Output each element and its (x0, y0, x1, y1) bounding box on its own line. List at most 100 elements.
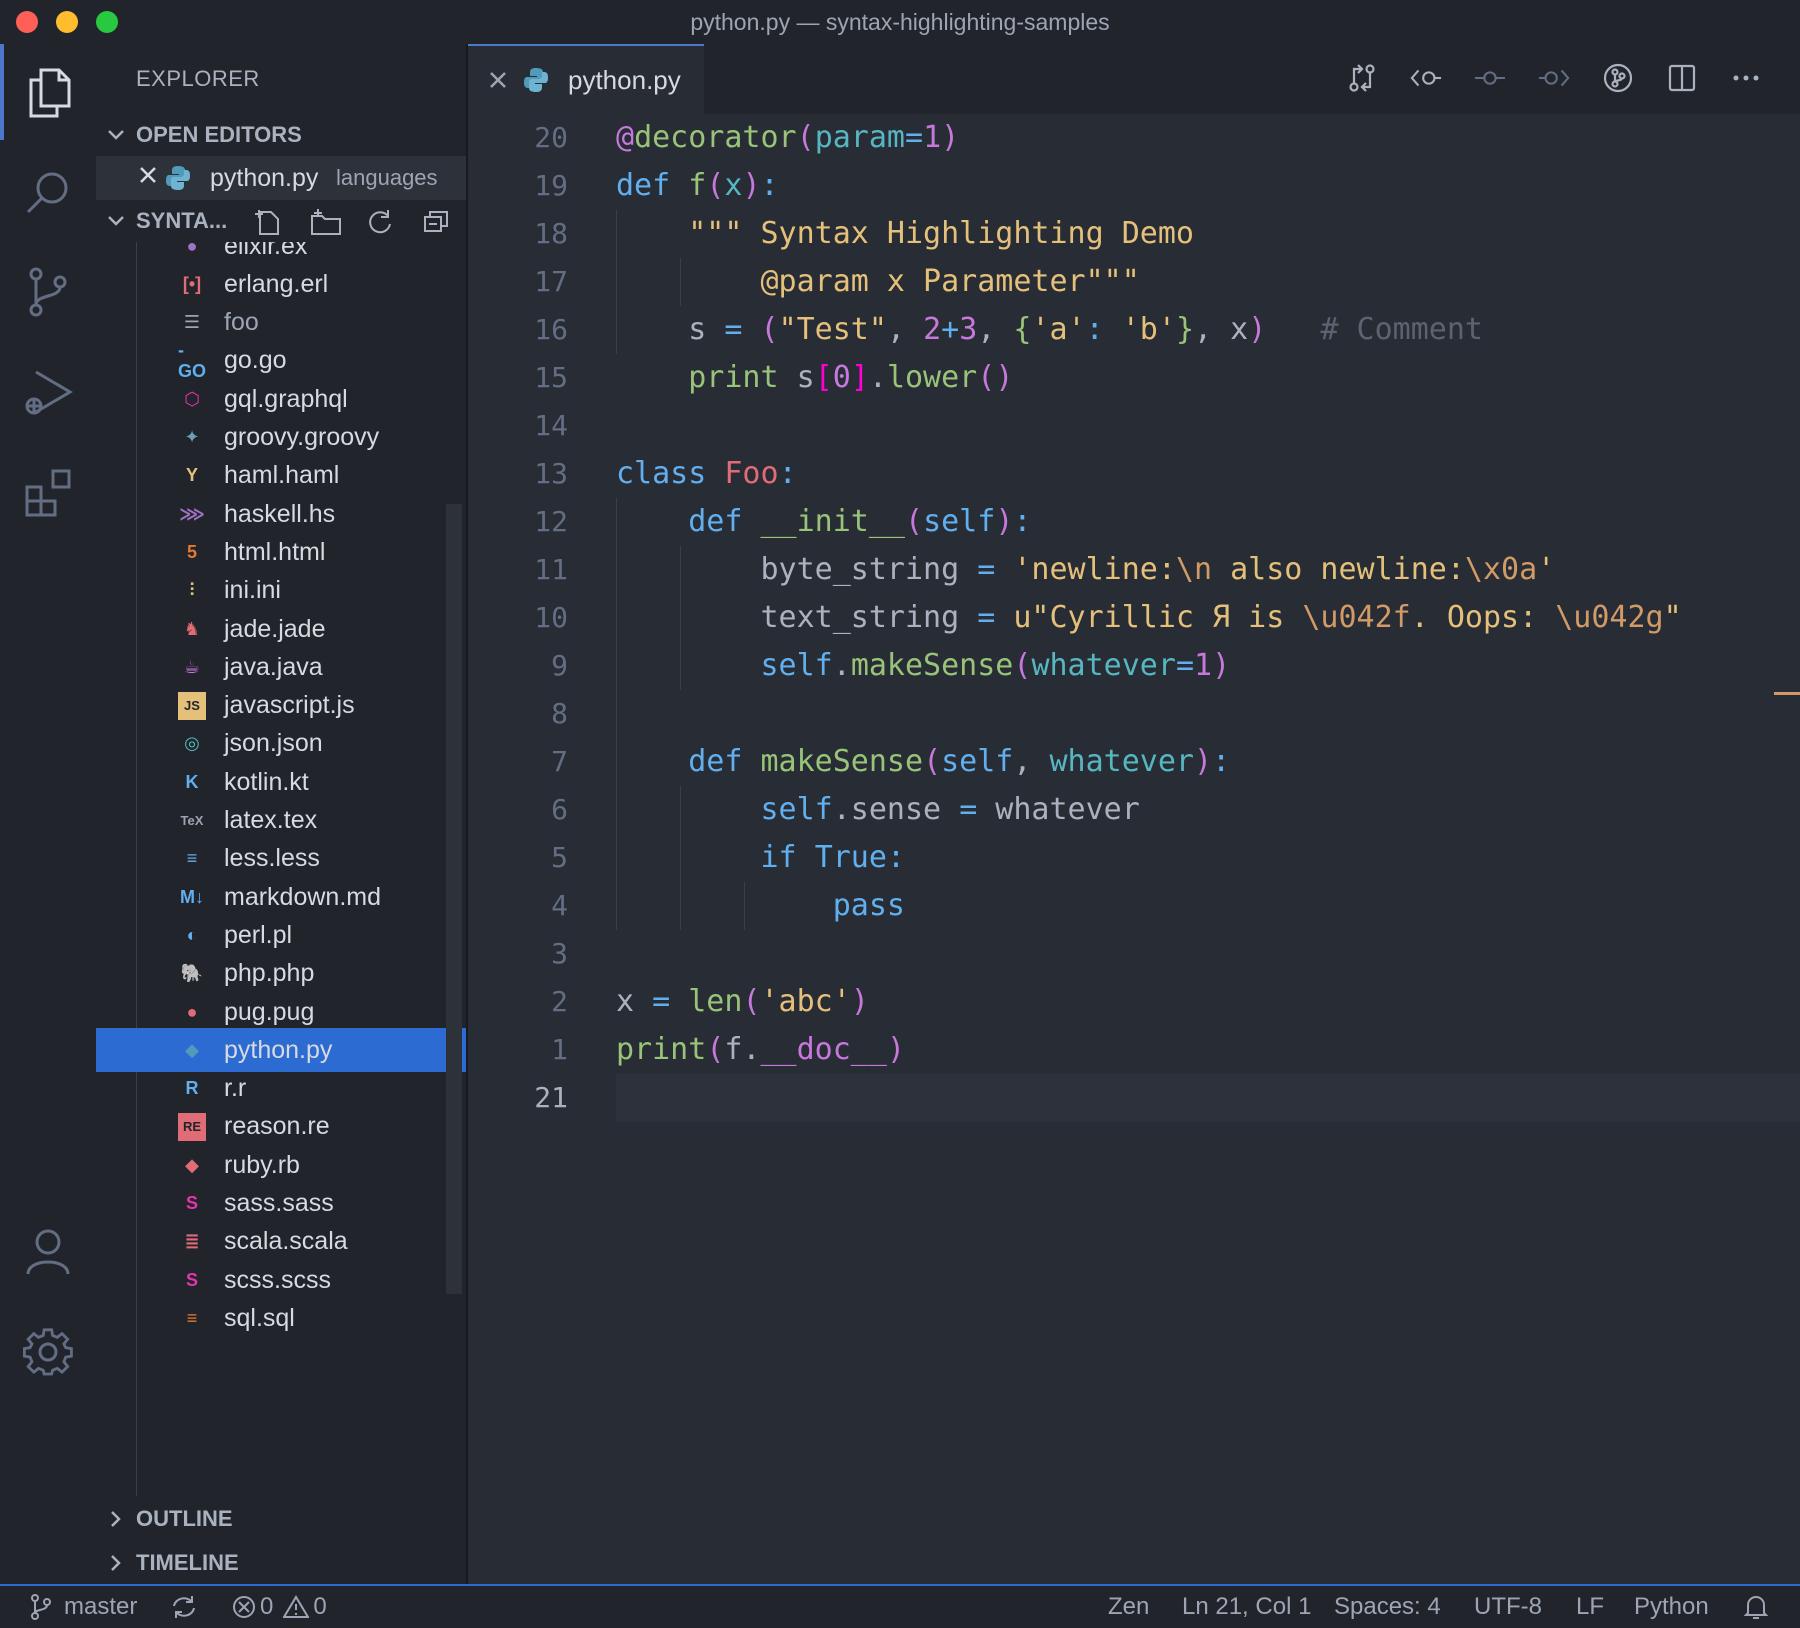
activity-bar (0, 44, 96, 1584)
lambda-file-icon: ⋙ (179, 503, 205, 524)
file-name: java.java (224, 652, 323, 681)
code-line[interactable]: self.sense = whatever (616, 786, 1140, 834)
file-name: jade.jade (224, 614, 326, 643)
line-number: 16 (534, 313, 568, 346)
m-file-icon: M↓ (180, 886, 204, 907)
haml-file-icon: Y (185, 465, 198, 486)
code-line[interactable]: byte_string = 'newline:\n also newline:\… (616, 546, 1555, 594)
timeline-header[interactable]: TIMELINE (96, 1542, 466, 1584)
code-line[interactable]: """ Syntax Highlighting Demo (616, 210, 1194, 258)
project-folder-header[interactable]: SYNTA... (96, 200, 466, 242)
code-line[interactable]: text_string = u"Cyrillic Я is \u042f. Oo… (616, 594, 1681, 642)
new-file-icon[interactable] (254, 208, 282, 242)
r-file-icon: R (185, 1078, 199, 1099)
outline-label: OUTLINE (136, 1506, 233, 1531)
activity-run-debug[interactable] (0, 344, 96, 440)
file-name: kotlin.kt (224, 767, 309, 796)
more-actions-icon[interactable] (1730, 62, 1762, 94)
git-commit-icon[interactable] (1474, 62, 1506, 94)
code-line[interactable]: print s[0].lower() (616, 354, 1013, 402)
code-line[interactable]: class Foo: (616, 450, 797, 498)
code-line[interactable]: if True: (616, 834, 906, 882)
branch-indicator[interactable]: master (30, 1586, 137, 1628)
file-name: latex.tex (224, 806, 318, 834)
activity-source-control[interactable] (0, 244, 96, 340)
error-count: 0 (260, 1593, 274, 1620)
language-mode[interactable]: Python (1634, 1586, 1709, 1628)
sync-button[interactable] (170, 1586, 198, 1628)
file-name: less.less (224, 844, 320, 873)
tab-python-py[interactable]: python.py (468, 44, 704, 114)
k-file-icon: K (185, 771, 199, 792)
encoding-setting[interactable]: UTF-8 (1474, 1586, 1542, 1628)
tex-file-icon: TeX (180, 813, 204, 828)
code-line[interactable]: @param x Parameter""" (616, 258, 1140, 306)
close-editor-icon[interactable] (138, 165, 158, 190)
file-name: scala.scala (224, 1227, 348, 1256)
refresh-icon[interactable] (366, 208, 394, 242)
previous-change-icon[interactable] (1410, 62, 1442, 94)
activity-accounts[interactable] (0, 1204, 96, 1300)
activity-explorer[interactable] (0, 44, 96, 140)
code-line[interactable]: @decorator(param=1) (616, 114, 959, 162)
code-editor[interactable]: 20 19 18 17 16 15 14 13 12 11 10 9 8 7 6 5 4 3 2 1 21 @decor… (468, 114, 1800, 1584)
new-folder-icon[interactable] (310, 208, 342, 242)
indentation-setting[interactable]: Spaces: 4 (1334, 1586, 1441, 1628)
code-line[interactable]: def __init__(self): (616, 498, 1031, 546)
notifications-button[interactable] (1744, 1586, 1768, 1628)
cursor-position[interactable]: Ln 21, Col 1 (1182, 1586, 1311, 1628)
line-number: 2 (551, 985, 568, 1018)
file-name: r.r (224, 1074, 247, 1103)
git-branch-icon (31, 1594, 51, 1620)
activity-search[interactable] (0, 144, 96, 240)
code-line[interactable]: print(f.__doc__) (616, 1026, 905, 1074)
warning-icon (283, 1595, 310, 1618)
open-editor-description: languages (336, 165, 438, 190)
chevron-right-icon (96, 1510, 136, 1528)
line-number: 7 (551, 745, 568, 778)
line-number: 12 (534, 505, 568, 538)
open-editors-header[interactable]: OPEN EDITORS (96, 114, 466, 156)
file-tree-item[interactable]: ≡ sql.sql (96, 1296, 466, 1340)
line-number: 19 (534, 169, 568, 202)
next-change-icon[interactable] (1538, 62, 1570, 94)
line-number: 9 (551, 649, 568, 682)
file-name: erlang.erl (224, 269, 329, 298)
code-line[interactable]: pass (616, 882, 905, 930)
go-file-icon: -GO (178, 339, 207, 381)
problems-indicator[interactable]: 0 0 (232, 1586, 327, 1628)
error-icon (233, 1596, 255, 1618)
sidebar-scrollbar[interactable] (446, 504, 462, 1294)
line-number: 8 (551, 697, 568, 730)
code-line[interactable]: def f(x): (616, 162, 779, 210)
branch-name: master (64, 1593, 138, 1620)
sidebar-title: EXPLORER (136, 66, 260, 91)
split-editor-icon[interactable] (1666, 62, 1698, 94)
line-number: 11 (534, 553, 568, 586)
zen-mode-button[interactable]: Zen (1108, 1586, 1149, 1628)
file-name: elixir.ex (224, 242, 308, 260)
python-file-icon (164, 164, 192, 197)
outline-header[interactable]: OUTLINE (96, 1498, 466, 1540)
open-editors-label: OPEN EDITORS (136, 122, 302, 147)
line-number: 20 (534, 121, 568, 154)
compare-changes-icon[interactable] (1346, 62, 1378, 94)
eol-setting[interactable]: LF (1576, 1586, 1604, 1628)
file-name: python.py (224, 1035, 333, 1064)
activity-manage[interactable] (0, 1304, 96, 1400)
file-tree: ● elixir.ex [•] erlang.erl ☰ foo -GO go.go ⬡ gql.… (96, 242, 466, 1496)
code-line[interactable]: x = len('abc') (616, 978, 869, 1026)
line-number: 14 (534, 409, 568, 442)
file-name: gql.graphql (224, 384, 348, 413)
title-bar: python.py — syntax-highlighting-samples (0, 0, 1800, 45)
close-tab-icon[interactable] (488, 70, 508, 95)
git-history-icon[interactable] (1602, 62, 1634, 94)
open-editor-item[interactable]: python.py languages (96, 156, 466, 200)
code-line[interactable]: self.makeSense(whatever=1) (616, 642, 1231, 690)
file-name: reason.re (224, 1112, 330, 1141)
current-line-highlight (616, 1074, 1800, 1122)
collapse-all-icon[interactable] (422, 208, 450, 242)
code-line[interactable]: s = ("Test", 2+3, {'a': 'b'}, x) # Comme… (616, 306, 1483, 354)
activity-extensions[interactable] (0, 444, 96, 540)
code-line[interactable]: def makeSense(self, whatever): (616, 738, 1230, 786)
